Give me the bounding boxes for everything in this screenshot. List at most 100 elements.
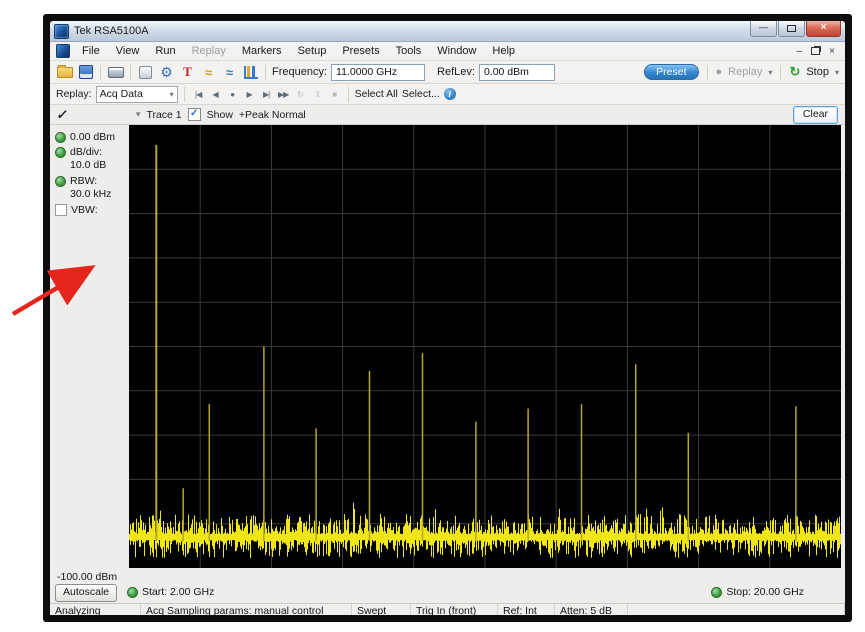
show-label: Show: [206, 108, 233, 121]
setting-label: VBW:: [71, 204, 98, 216]
stop-refresh-icon: ↻: [789, 64, 801, 79]
status-bar: Analyzing Acq Sampling params: manual con…: [50, 603, 845, 615]
setting-label: RBW:: [70, 175, 98, 187]
menu-bar-items: File View Run Replay Markers Setup Presets Tool…: [74, 44, 523, 58]
preset-button[interactable]: Preset: [644, 64, 699, 80]
playback-controls: |◀ ◀ ● ▶ ▶| ▶▶ ↻ ‖ ■: [191, 90, 342, 99]
menu-view[interactable]: View: [108, 44, 148, 58]
setting-label: 0.00 dBm: [70, 131, 115, 143]
status-segment-2: Swept: [352, 604, 411, 615]
replay-source-value: Acq Data: [99, 88, 143, 100]
vbw-checkbox[interactable]: [55, 204, 67, 216]
adjust-knob-icon: [55, 146, 66, 158]
autoscale-button[interactable]: Autoscale: [55, 584, 118, 602]
status-segment-3: Trig In (front): [411, 604, 498, 615]
playback-step-forward-button[interactable]: ▶|: [259, 90, 274, 99]
settings-button[interactable]: ⚙: [158, 64, 175, 80]
trace-selector[interactable]: Trace 1: [146, 109, 181, 121]
save-button[interactable]: [77, 64, 94, 80]
toolbar-separator: [265, 64, 266, 80]
menu-replay[interactable]: Replay: [184, 44, 234, 58]
app-icon: [54, 23, 69, 39]
status-segment-6: [628, 604, 845, 615]
adjust-knob-icon: [127, 586, 138, 598]
signal-blue-button[interactable]: ≈: [221, 64, 238, 80]
status-segment-5: Atten: 5 dB: [555, 604, 628, 615]
playback-stop-playback-button[interactable]: ■: [327, 90, 342, 99]
adjust-knob-icon: [55, 131, 66, 143]
playback-record-button[interactable]: ●: [225, 90, 240, 99]
app-window: Tek RSA5100A — × File View Run Replay Marker…: [50, 21, 845, 615]
maximize-icon: [787, 25, 796, 32]
select-button[interactable]: Select...: [402, 88, 440, 100]
info-icon[interactable]: i: [443, 88, 456, 100]
replay-dropdown-caret-icon[interactable]: ▾: [768, 68, 772, 77]
app-menu-icon[interactable]: [56, 44, 70, 58]
setting-0-00-dbm[interactable]: 0.00 dBm: [50, 129, 129, 144]
menu-markers[interactable]: Markers: [234, 44, 290, 58]
menu-run[interactable]: Run: [147, 44, 183, 58]
menu-window[interactable]: Window: [429, 44, 484, 58]
menu-help[interactable]: Help: [484, 44, 523, 58]
close-button[interactable]: ×: [806, 21, 841, 37]
start-frequency-control[interactable]: Start: 2.00 GHz: [127, 586, 214, 598]
select-all-button[interactable]: Select All: [355, 88, 398, 100]
replay-source-select[interactable]: Acq Data ▾: [95, 85, 178, 103]
setting-value: 10.0 dB: [70, 159, 107, 171]
screenshot-border-frame: Tek RSA5100A — × File View Run Replay Marker…: [43, 14, 852, 622]
toolbar-right-group: Preset ● Replay ▾ ↻ Stop ▾: [644, 64, 839, 80]
setting-rbw[interactable]: RBW:: [50, 173, 129, 188]
export-button[interactable]: [137, 64, 154, 80]
menu-presets[interactable]: Presets: [334, 44, 387, 58]
reflev-input[interactable]: 0.00 dBm: [478, 63, 555, 81]
bottom-reference-label: -100.00 dBm: [57, 571, 118, 583]
bottom-bar: -100.00 dBm Autoscale Start: 2.00 GHz St…: [50, 569, 845, 603]
trace-expand-chevron-icon[interactable]: ▾: [136, 109, 141, 120]
frequency-input[interactable]: 11.0000 GHz: [331, 63, 426, 81]
playback-pause-button[interactable]: ‖: [310, 90, 325, 99]
main-area: 0.00 dBm dB/div: 10.0 dB RBW: 30.0 kHz VBW:: [50, 125, 845, 569]
playback-step-back-button[interactable]: ◀: [208, 90, 223, 99]
mdi-minimize-button[interactable]: –: [797, 46, 803, 57]
setting-db-div[interactable]: dB/div:: [50, 144, 129, 159]
title-bar[interactable]: Tek RSA5100A — ×: [50, 21, 845, 42]
playback-fast-forward-button[interactable]: ▶▶: [276, 90, 291, 99]
signal-yellow-button[interactable]: ≈: [200, 64, 217, 80]
export-icon: [139, 65, 152, 79]
stop-frequency-control[interactable]: Stop: 20.00 GHz: [711, 586, 804, 598]
stop-button[interactable]: Stop: [806, 66, 829, 78]
replay-button[interactable]: Replay: [728, 66, 762, 78]
trace-valid-check-icon: ✓: [55, 106, 70, 122]
spectrum-display[interactable]: [129, 125, 841, 568]
main-toolbar: ⚙ T ≈ ≈ Frequency: 11.0000 GHz RefLev: 0…: [50, 61, 845, 84]
show-trace-checkbox[interactable]: ✓: [187, 108, 201, 121]
toolbar-separator: [347, 86, 349, 102]
window-title: Tek RSA5100A: [74, 25, 149, 37]
mdi-restore-button[interactable]: [811, 47, 821, 55]
start-frequency-label: Start: 2.00 GHz: [142, 586, 215, 598]
menu-file[interactable]: File: [74, 44, 108, 58]
adjust-knob-icon: [55, 175, 66, 187]
minimize-button[interactable]: —: [750, 21, 777, 37]
analysis-button[interactable]: [242, 64, 259, 80]
maximize-button[interactable]: [778, 21, 805, 37]
open-file-button[interactable]: [56, 64, 73, 80]
stop-dropdown-caret-icon[interactable]: ▾: [835, 68, 839, 77]
setting-label: dB/div:: [70, 146, 103, 158]
detection-mode-label[interactable]: +Peak Normal: [239, 109, 306, 121]
setting-vbw[interactable]: VBW:: [50, 202, 129, 217]
replay-bullet-icon: ●: [715, 66, 723, 78]
analysis-icon: [243, 65, 258, 79]
menu-tools[interactable]: Tools: [388, 44, 430, 58]
toolbar-separator: [130, 64, 131, 80]
playback-loop-button[interactable]: ↻: [293, 90, 308, 99]
clear-button[interactable]: Clear: [792, 105, 838, 124]
stop-frequency-label: Stop: 20.00 GHz: [726, 586, 804, 598]
mdi-close-button[interactable]: ×: [829, 46, 835, 57]
playback-play-button[interactable]: ▶: [242, 90, 257, 99]
trigger-button[interactable]: T: [179, 64, 196, 80]
playback-skip-to-start-button[interactable]: |◀: [191, 90, 206, 99]
menu-setup[interactable]: Setup: [290, 44, 335, 58]
printer-icon: [107, 66, 124, 78]
print-button[interactable]: [107, 64, 124, 80]
